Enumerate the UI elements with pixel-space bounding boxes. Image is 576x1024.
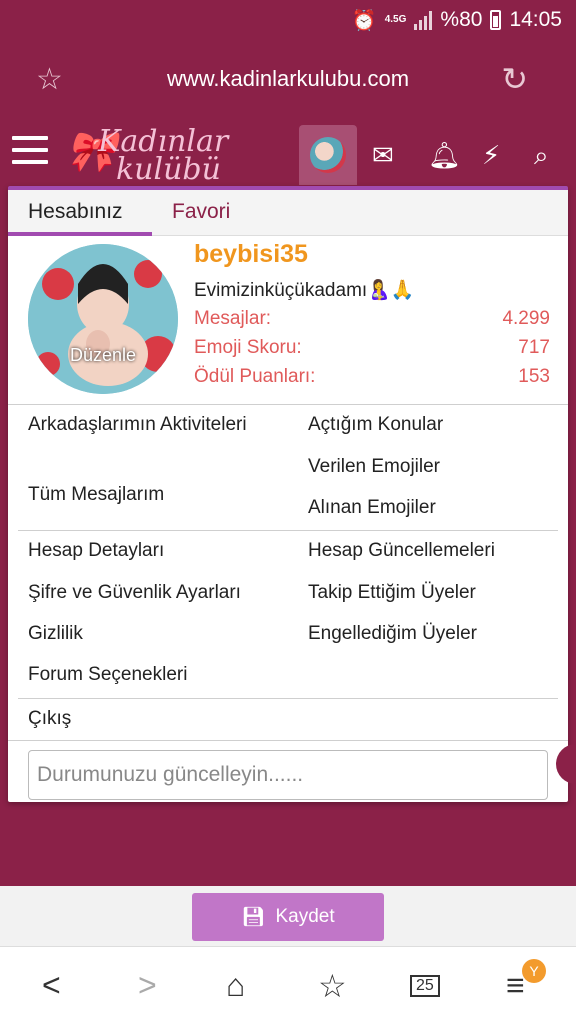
battery-icon	[490, 10, 502, 30]
save-bar: 💾︎ Kaydet	[0, 886, 576, 946]
url-bar: ☆ www.kadinlarkulubu.com ↻	[0, 40, 576, 118]
url-text[interactable]: www.kadinlarkulubu.com	[0, 66, 576, 92]
menu-account-updates[interactable]: Hesap Güncellemeleri	[308, 536, 495, 565]
avatar-image	[28, 244, 178, 394]
menu-friends-activity[interactable]: Arkadaşlarımın Aktiviteleri	[28, 410, 268, 439]
menu-account-details[interactable]: Hesap Detayları	[28, 536, 164, 565]
forward-icon[interactable]: >	[138, 967, 157, 1004]
menu-following[interactable]: Takip Ettiğim Üyeler	[308, 578, 476, 607]
browser-bottom-nav: < > ⌂ ☆ 25 ≡ Y	[0, 946, 576, 1024]
stat-label: Ödül Puanları:	[194, 366, 316, 387]
menu-logout[interactable]: Çıkış	[28, 704, 71, 733]
divider	[8, 404, 568, 405]
tab-account[interactable]: Hesabınız	[8, 200, 152, 236]
home-icon[interactable]: ⌂	[226, 967, 245, 1004]
stat-award-points[interactable]: Ödül Puanları: 153	[194, 366, 550, 388]
reload-icon[interactable]: ↻	[501, 60, 528, 98]
network-indicator: 4.5G	[384, 14, 407, 25]
hamburger-menu-icon[interactable]	[12, 136, 48, 168]
bookmarks-icon[interactable]: ☆	[318, 967, 347, 1005]
menu-password-security[interactable]: Şifre ve Güvenlik Ayarları	[28, 578, 241, 607]
divider	[18, 530, 558, 531]
avatar-edit-label[interactable]: Düzenle	[28, 345, 178, 366]
account-dropdown: Hesabınız Favori Düzenle beybisi35 Evimi…	[8, 186, 568, 802]
menu-all-messages[interactable]: Tüm Mesajlarım	[28, 480, 164, 509]
stat-value: 717	[518, 337, 550, 358]
stat-messages[interactable]: Mesajlar: 4.299	[194, 308, 550, 330]
tab-favorites[interactable]: Favori	[172, 200, 230, 224]
save-label: Kaydet	[275, 906, 335, 927]
clock: 14:05	[509, 8, 562, 31]
status-update-input[interactable]: Durumunuzu güncelleyin......	[28, 750, 548, 800]
save-icon: 💾︎	[241, 907, 266, 928]
stat-value: 153	[518, 366, 550, 387]
username[interactable]: beybisi35	[194, 240, 308, 269]
stat-label: Mesajlar:	[194, 308, 272, 329]
logo-line2: kulübü	[116, 152, 221, 187]
user-title: Evimizinküçükadamı🤱🙏	[194, 280, 415, 301]
signal-icon	[414, 10, 433, 30]
alarm-icon: ⏰	[351, 9, 377, 32]
site-header: 🎀 Kadınlar kulübü ✉ 🔔︎ ⚡︎ ⌕	[0, 118, 576, 188]
menu-privacy[interactable]: Gizlilik	[28, 619, 83, 648]
notification-badge: Y	[522, 959, 546, 983]
menu-blocked[interactable]: Engellediğim Üyeler	[308, 619, 477, 648]
avatar	[310, 137, 346, 173]
stat-emoji-score[interactable]: Emoji Skoru: 717	[194, 337, 550, 359]
search-icon[interactable]: ⌕	[534, 140, 549, 172]
menu-my-threads[interactable]: Açtığım Konular	[308, 410, 443, 439]
menu-received-emojis[interactable]: Alınan Emojiler	[308, 493, 436, 522]
status-bar: ⏰ 4.5G %80 14:05	[0, 0, 576, 40]
tabs-icon[interactable]: 25	[410, 975, 440, 997]
stat-label: Emoji Skoru:	[194, 337, 302, 358]
bell-icon[interactable]: 🔔︎	[428, 140, 461, 171]
bookmark-star-icon[interactable]: ☆	[36, 62, 63, 97]
site-logo[interactable]: 🎀 Kadınlar kulübü	[66, 122, 228, 187]
profile-avatar[interactable]: Düzenle	[28, 244, 178, 394]
menu-given-emojis[interactable]: Verilen Emojiler	[308, 452, 440, 481]
save-button[interactable]: 💾︎ Kaydet	[192, 893, 384, 941]
divider	[8, 740, 568, 741]
lightning-icon[interactable]: ⚡︎	[482, 140, 500, 171]
account-avatar-button[interactable]	[299, 125, 357, 185]
menu-forum-options[interactable]: Forum Seçenekleri	[28, 660, 187, 689]
stat-value: 4.299	[502, 308, 550, 329]
battery-percent: %80	[440, 8, 483, 31]
divider	[18, 698, 558, 699]
account-tabs: Hesabınız Favori	[8, 190, 568, 236]
back-icon[interactable]: <	[42, 967, 61, 1004]
mail-icon[interactable]: ✉	[372, 140, 394, 171]
